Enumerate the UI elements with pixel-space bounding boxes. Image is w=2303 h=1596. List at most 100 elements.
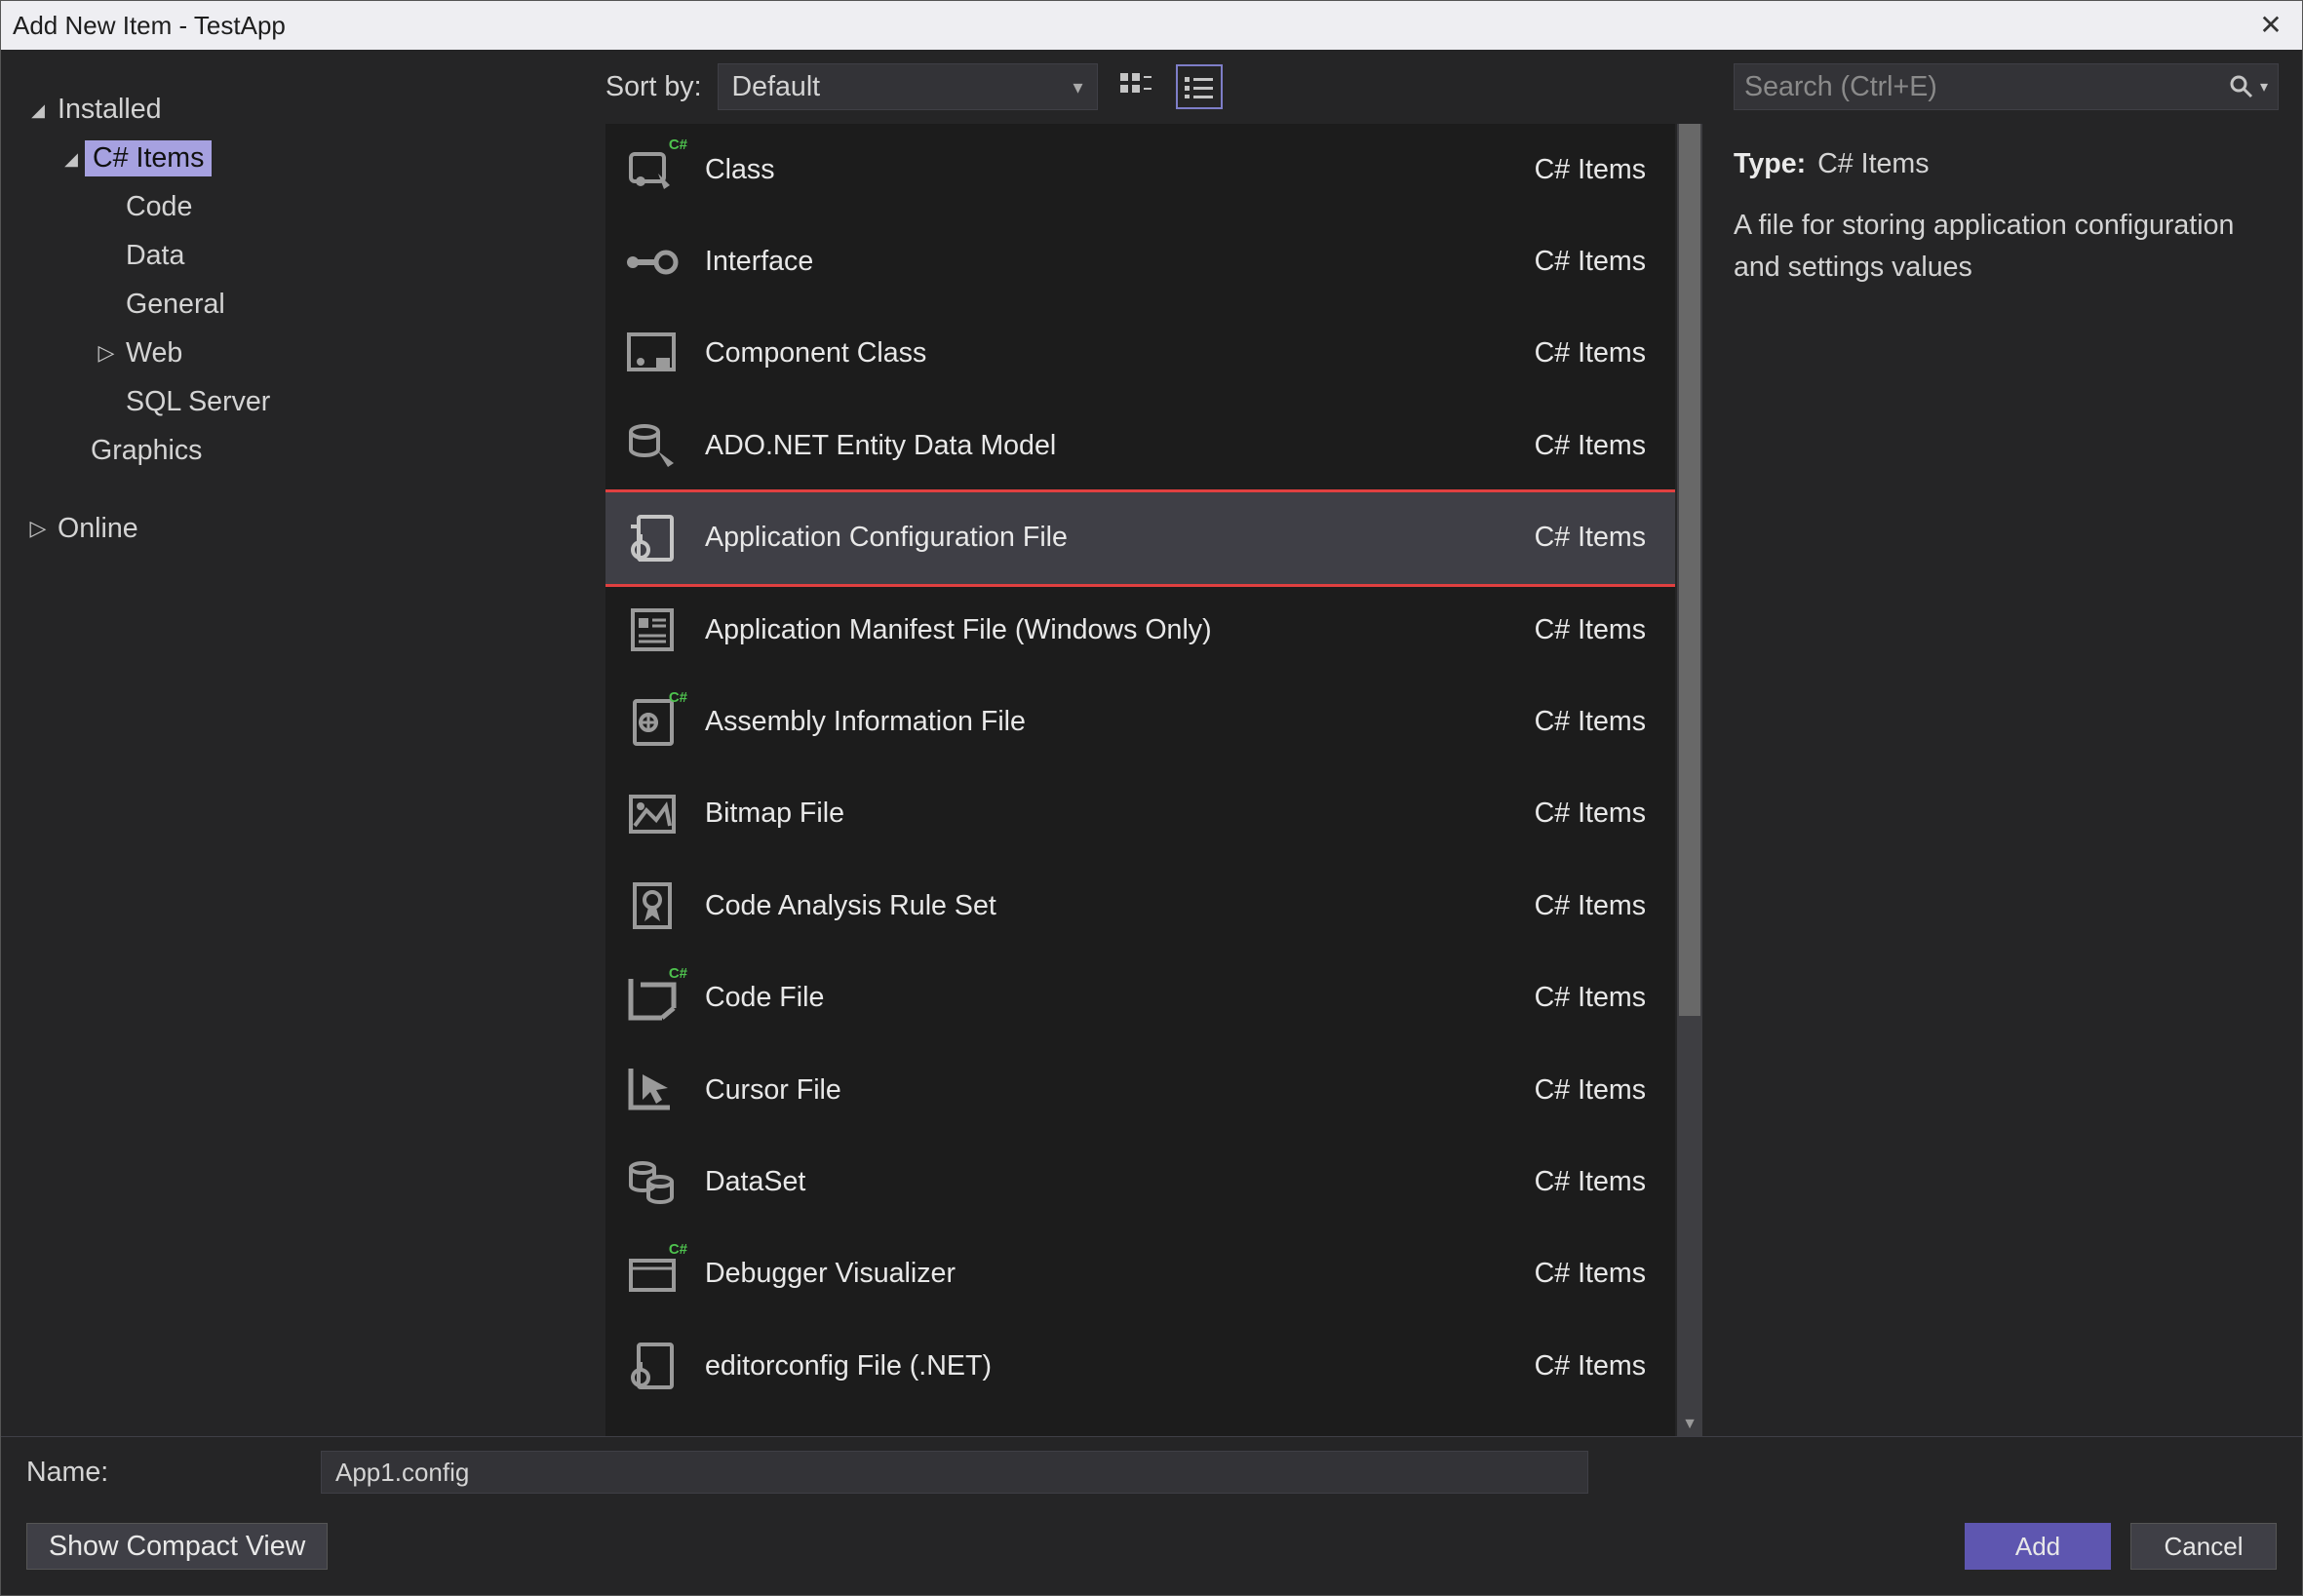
template-item[interactable]: C# Assembly Information File C# Items [605,676,1675,767]
assembly-icon: C# [625,695,680,750]
show-compact-view-button[interactable]: Show Compact View [26,1523,328,1570]
template-item[interactable]: Component Class C# Items [605,308,1675,400]
tree-node-installed[interactable]: Installed [24,85,582,134]
component-icon [625,327,680,381]
template-item[interactable]: Interface C# Items [605,215,1675,307]
scrollbar[interactable]: ▼ [1677,124,1702,1436]
tree-node-code[interactable]: Code [24,182,582,231]
details-pane: Search (Ctrl+E) ▾ Type: C# Items [1702,50,2302,1436]
template-item[interactable]: Bitmap File C# Items [605,768,1675,860]
csharp-tag: C# [669,965,687,982]
template-list: C# Class C# Items Interface C# Items Compon… [605,124,1675,1436]
sort-bar: Sort by: Default ▾ [596,50,1702,124]
template-item[interactable]: Code Analysis Rule Set C# Items [605,860,1675,952]
tree-node-graphics[interactable]: Graphics [24,426,582,475]
template-item-category: C# Items [1535,1258,1646,1290]
ado-icon [625,418,680,473]
template-item-label: DataSet [705,1166,1509,1198]
template-item-category: C# Items [1535,246,1646,278]
template-item-category: C# Items [1535,1350,1646,1382]
template-item-category: C# Items [1535,430,1646,462]
codefile-icon: C# [625,971,680,1026]
template-item-label: Application Manifest File (Windows Only) [705,614,1509,646]
sort-by-select[interactable]: Default ▾ [718,63,1098,110]
template-item-label: Code File [705,982,1509,1014]
template-item[interactable]: Application Configuration File C# Items [605,492,1675,584]
template-item[interactable]: editorconfig File (.NET) C# Items [605,1320,1675,1412]
template-item-label: Class [705,154,1509,186]
template-item-label: Cursor File [705,1074,1509,1107]
config-icon [625,511,680,565]
template-item[interactable]: C# Class C# Items [605,124,1675,215]
bitmap-icon [625,787,680,841]
chevron-down-icon [24,97,52,122]
template-item-category: C# Items [1535,798,1646,830]
chevron-right-icon [24,516,52,541]
template-item-label: Code Analysis Rule Set [705,890,1509,922]
tree-node-general[interactable]: General [24,280,582,329]
type-value: C# Items [1817,143,1929,185]
name-label: Name: [26,1457,299,1489]
tree-node-online[interactable]: Online [24,504,582,553]
template-item-label: Bitmap File [705,798,1509,830]
add-button[interactable]: Add [1965,1523,2111,1570]
tree-node-sql-server[interactable]: SQL Server [24,377,582,426]
view-medium-icons-button[interactable] [1113,64,1160,109]
template-item-label: Debugger Visualizer [705,1258,1509,1290]
template-item-category: C# Items [1535,1166,1646,1198]
template-item-label: Application Configuration File [705,522,1509,554]
type-label: Type: [1734,143,1806,185]
template-item-category: C# Items [1535,337,1646,370]
template-item[interactable]: C# Debugger Visualizer C# Items [605,1228,1675,1320]
ruleset-icon [625,878,680,933]
sort-by-value: Default [732,71,821,103]
chevron-down-icon: ▾ [1073,75,1082,99]
view-small-icons-button[interactable] [1176,64,1223,109]
tree-node-data[interactable]: Data [24,231,582,280]
template-item-category: C# Items [1535,614,1646,646]
template-item-category: C# Items [1535,890,1646,922]
template-item-category: C# Items [1535,1074,1646,1107]
template-item-label: Component Class [705,337,1509,370]
scroll-down-icon[interactable]: ▼ [1677,1416,1702,1433]
chevron-down-icon[interactable]: ▾ [2260,77,2268,97]
template-item-category: C# Items [1535,154,1646,186]
template-list-pane: Sort by: Default ▾ [596,50,1702,1436]
template-item-label: Interface [705,246,1509,278]
chevron-down-icon [58,145,85,171]
template-item[interactable]: ADO.NET Entity Data ModelC# Items [605,400,1675,491]
template-description: A file for storing application configura… [1734,205,2279,289]
scrollbar-thumb[interactable] [1679,124,1700,1016]
template-item-label: Assembly Information File [705,706,1509,738]
dialog-footer: Name: Show Compact View Add Cancel [1,1436,2302,1595]
template-item-category: C# Items [1535,522,1646,554]
template-item[interactable]: Cursor File C# Items [605,1044,1675,1136]
template-item-category: C# Items [1535,982,1646,1014]
search-placeholder: Search (Ctrl+E) [1744,71,1937,103]
cursor-icon [625,1063,680,1117]
tree-node-web[interactable]: Web [24,329,582,377]
close-icon[interactable]: ✕ [2251,12,2290,39]
add-new-item-dialog: Add New Item - TestApp ✕ Installed C# It… [0,0,2303,1596]
tree-node-csharp-items[interactable]: C# Items [24,134,582,182]
csharp-tag: C# [669,1241,687,1258]
template-item[interactable]: DataSet C# Items [605,1136,1675,1227]
csharp-tag: C# [669,689,687,706]
search-icon: ▾ [2229,74,2268,99]
template-item[interactable]: C# Code File C# Items [605,953,1675,1044]
search-input[interactable]: Search (Ctrl+E) ▾ [1734,63,2279,110]
manifest-icon [625,603,680,657]
chevron-right-icon [93,340,120,366]
category-tree: Installed C# Items Code Data General [1,50,596,1436]
csharp-tag: C# [669,136,687,153]
cancel-button[interactable]: Cancel [2130,1523,2277,1570]
editorconfig-icon [625,1339,680,1393]
class-icon: C# [625,142,680,197]
dataset-icon [625,1154,680,1209]
debugger-icon: C# [625,1247,680,1302]
titlebar: Add New Item - TestApp ✕ [1,1,2302,50]
template-item-label: editorconfig File (.NET) [705,1350,1509,1382]
name-input[interactable] [321,1451,1588,1494]
template-item[interactable]: Application Manifest File (Windows Only)… [605,584,1675,676]
template-item-category: C# Items [1535,706,1646,738]
